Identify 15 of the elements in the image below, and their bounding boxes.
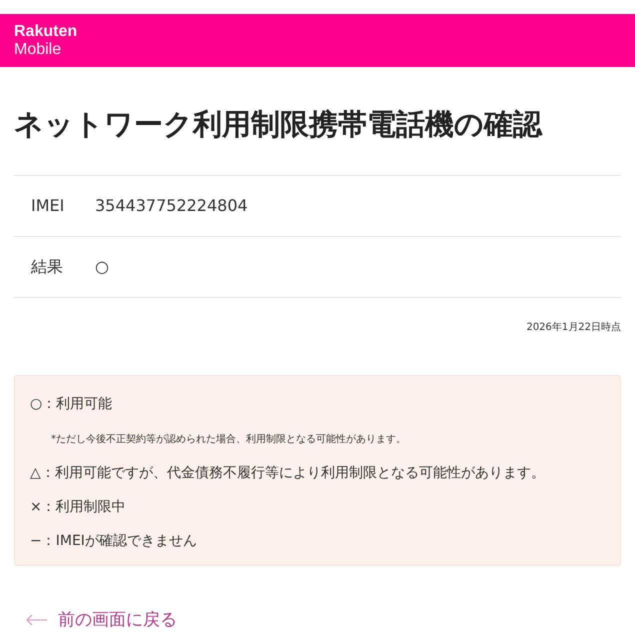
legend-text: △：利用可能ですが、代金債務不履行等により利用制限となる可能性があります。 — [30, 464, 545, 482]
timestamp-text: 2026年1月22日時点 — [526, 320, 621, 334]
legend-text: ×：利用制限中 — [30, 498, 126, 516]
field-label: 結果 — [31, 256, 64, 278]
legend-text: ○：利用可能 — [30, 394, 112, 414]
field-value: ○ — [95, 256, 109, 278]
back-arrow-icon[interactable] — [26, 614, 48, 626]
logo-text: Mobile — [14, 40, 62, 58]
legend-text: −：IMEIが確認できません — [30, 532, 197, 550]
page-title: ネットワーク利用制限携帯電話機の確認 — [14, 106, 542, 143]
note-text: *ただし今後不正契約等が認められた場合、利用制限となる可能性があります。 — [50, 432, 406, 446]
back-link[interactable]: 前の画面に戻る — [58, 608, 177, 633]
field-label: IMEI — [31, 194, 66, 216]
field-value: 354437752224804 — [95, 194, 248, 216]
logo-text: Rakuten — [14, 22, 78, 40]
